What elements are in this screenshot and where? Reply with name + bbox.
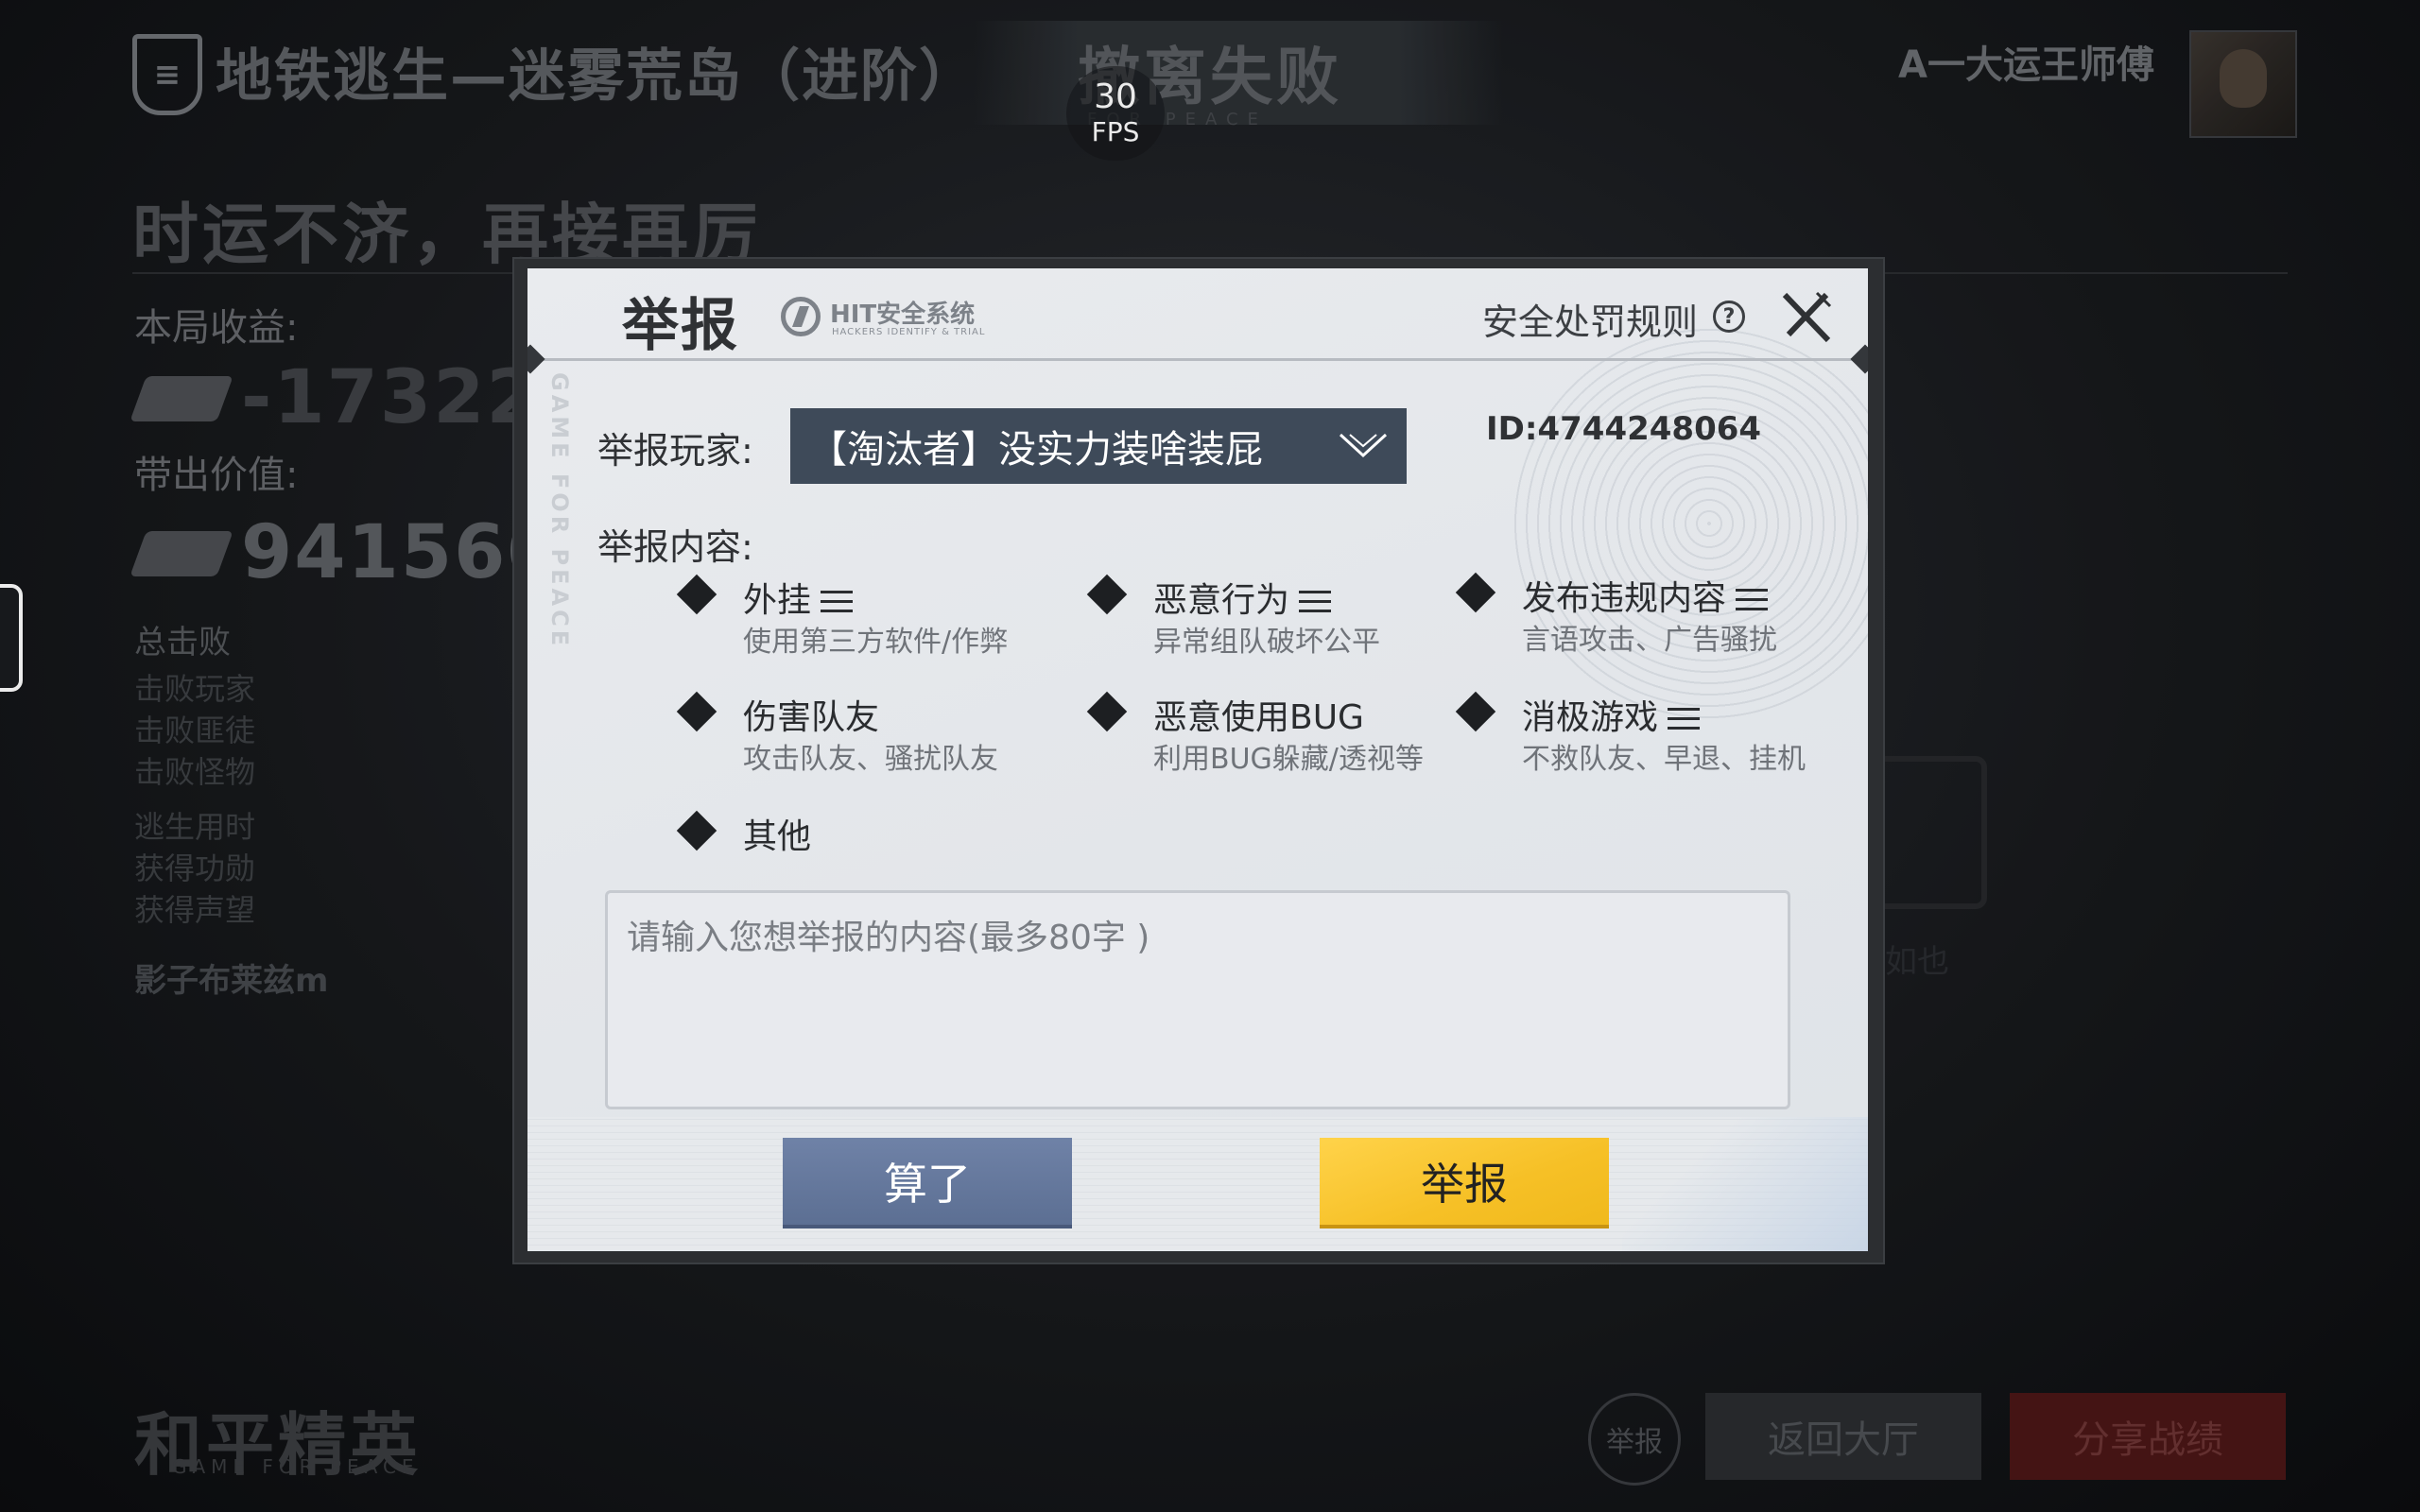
header-notch [1850, 344, 1868, 374]
diamond-icon [676, 810, 717, 851]
option-description: 不救队友、早退、挂机 [1522, 743, 1806, 776]
option-title: 恶意行为 [1153, 581, 1290, 620]
diamond-icon [676, 691, 717, 732]
chevron-down-icon [1339, 433, 1388, 458]
option-description: 使用第三方软件/作弊 [743, 626, 1009, 659]
header-notch [527, 344, 545, 374]
report-option-malicious[interactable]: 恶意行为 异常组队破坏公平 [1086, 573, 1433, 663]
report-option-passive-play[interactable]: 消极游戏 不救队友、早退、挂机 [1455, 690, 1840, 781]
option-title: 其他 [743, 817, 812, 856]
side-watermark: GAME FOR PEACE [546, 372, 573, 650]
option-title: 消极游戏 [1522, 698, 1659, 737]
report-option-bug-abuse[interactable]: 恶意使用BUG 利用BUG躲藏/透视等 [1086, 690, 1452, 781]
report-content-label: 举报内容: [597, 526, 753, 568]
cancel-button[interactable]: 算了 [783, 1138, 1072, 1228]
penalty-rules-link[interactable]: 安全处罚规则 [1482, 293, 1698, 345]
option-title: 恶意使用BUG [1153, 698, 1364, 737]
option-description: 利用BUG躲藏/透视等 [1153, 743, 1424, 776]
diamond-icon [1086, 574, 1128, 615]
menu-icon [1668, 706, 1701, 732]
option-title: 发布违规内容 [1522, 579, 1727, 618]
fingerprint-watermark [1511, 325, 1868, 722]
option-title: 外挂 [743, 581, 812, 620]
player-id: ID:4744248064 [1486, 410, 1762, 448]
diamond-icon [1086, 691, 1128, 732]
report-option-harm-teammate[interactable]: 伤害队友 攻击队友、骚扰队友 [676, 690, 1023, 781]
report-option-other[interactable]: 其他 [676, 809, 872, 862]
selected-player: 【淘汰者】没实力装啥装屁 [809, 428, 1263, 472]
report-content-input[interactable] [605, 890, 1790, 1109]
report-player-label: 举报玩家: [597, 430, 753, 472]
diamond-icon [1455, 691, 1496, 732]
security-system-subtitle: HACKERS IDENTIFY & TRIAL [832, 327, 986, 337]
report-option-cheat[interactable]: 外挂 使用第三方软件/作弊 [676, 573, 1023, 663]
menu-icon [1736, 587, 1769, 613]
player-select-dropdown[interactable]: 【淘汰者】没实力装啥装屁 [790, 408, 1407, 484]
diamond-icon [1455, 572, 1496, 613]
security-system-name: HIT安全系统 [830, 301, 976, 329]
report-dialog: GAME FOR PEACE 举报 HIT安全系统 HACKERS IDENTI… [527, 268, 1868, 1251]
dialog-title: 举报 [622, 293, 739, 359]
report-option-violating-content[interactable]: 发布违规内容 言语攻击、广告骚扰 [1455, 571, 1821, 662]
option-description: 异常组队破坏公平 [1153, 626, 1380, 659]
option-description: 言语攻击、广告骚扰 [1522, 624, 1777, 657]
hit-security-icon [781, 297, 821, 336]
option-description: 攻击队友、骚扰队友 [743, 743, 998, 776]
diamond-icon [676, 574, 717, 615]
menu-icon [1299, 589, 1332, 615]
help-icon[interactable]: ? [1713, 301, 1745, 333]
footer-accent [1622, 1117, 1868, 1251]
submit-report-button[interactable]: 举报 [1320, 1138, 1609, 1228]
option-title: 伤害队友 [743, 698, 880, 737]
menu-icon [821, 589, 854, 615]
close-icon[interactable] [1775, 287, 1836, 348]
